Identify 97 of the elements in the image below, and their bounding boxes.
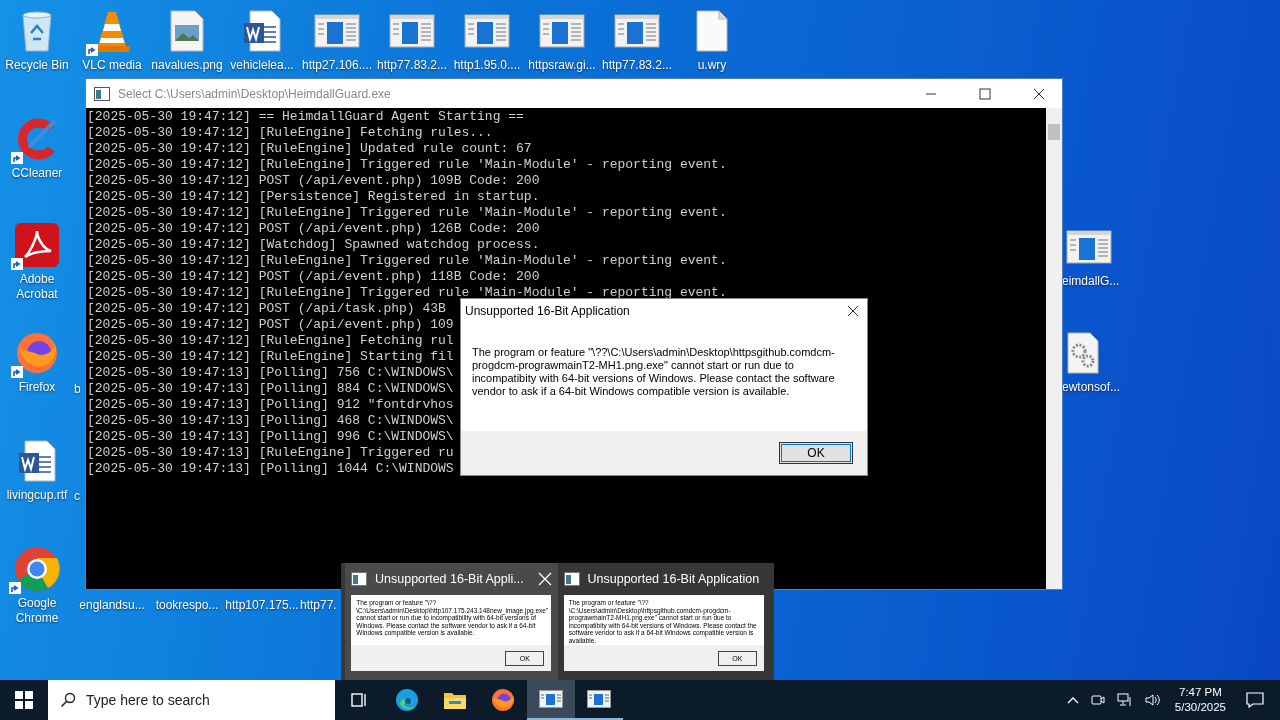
icon-label[interactable]: http1.95.0.... (453, 58, 521, 73)
shortcut-arrow-icon (11, 258, 23, 270)
application-window-icon (587, 690, 611, 708)
shortcut-arrow-icon (86, 44, 98, 56)
shortcut-arrow-icon (11, 152, 23, 164)
clock-time[interactable]: 7:47 PM (1179, 685, 1222, 700)
icon-label[interactable]: ewtonsof... (1062, 380, 1121, 395)
icon-label[interactable]: livingcup.rtf (6, 488, 68, 503)
application-window-icon (539, 690, 563, 708)
icon-label[interactable]: tookrespo... (150, 598, 224, 613)
notification-icon[interactable] (1246, 692, 1264, 708)
icon-label[interactable]: Google Chrome (0, 596, 74, 626)
icon-label[interactable]: Adobe Acrobat (0, 272, 74, 302)
console-line: [2025-05-30 19:47:13] [Polling] 468 C:\WINDOWS\ (86, 413, 454, 429)
ccleaner-icon[interactable] (15, 117, 59, 161)
word-document-icon[interactable] (17, 439, 57, 483)
edge-icon (395, 688, 419, 712)
task-view-icon (350, 692, 368, 708)
console-line: [2025-05-30 19:47:12] POST (/api/event.php) 118B Code: 200 (86, 269, 540, 285)
console-line: [2025-05-30 19:47:12] POST (/api/event.php) 126B Code: 200 (86, 221, 540, 237)
search-field[interactable]: Type here to search (48, 680, 335, 720)
icon-label[interactable]: http77.83.2... (601, 58, 673, 73)
word-document-icon[interactable] (242, 9, 282, 53)
icon-label[interactable]: c (74, 489, 80, 504)
blank-file-icon[interactable] (695, 9, 729, 53)
console-line: [2025-05-30 19:47:12] [RuleEngine] Updated rule count: 67 (86, 141, 532, 157)
maximize-icon[interactable] (979, 87, 991, 100)
console-line: [2025-05-30 19:47:12] [RuleEngine] Triggered rule 'Main-Module' - reporting event. (86, 285, 727, 301)
console-line: [2025-05-30 19:47:12] [Persistence] Registered in startup. (86, 189, 540, 205)
icon-label[interactable]: CCleaner (11, 166, 63, 181)
application-window-icon[interactable] (539, 14, 585, 48)
preview-title[interactable]: Unsupported 16-Bit Application (587, 572, 764, 586)
console-line: [2025-05-30 19:47:12] [RuleEngine] Fetching rul (86, 333, 454, 349)
console-line: [2025-05-30 19:47:12] POST (/api/task.php) 43B (86, 301, 446, 317)
image-file-icon[interactable] (169, 9, 205, 53)
camera-icon[interactable] (1090, 693, 1105, 707)
application-window-icon[interactable] (314, 14, 360, 48)
console-line: [2025-05-30 19:47:13] [Polling] 1044 C:\WINDOWS (86, 461, 454, 477)
console-line: [2025-05-30 19:47:12] [Watchdog] Spawned watchdog process. (86, 237, 540, 253)
close-icon[interactable] (1033, 87, 1045, 100)
icon-label[interactable]: Recycle Bin (5, 58, 69, 73)
icon-label[interactable]: http77. (300, 598, 337, 613)
console-line: [2025-05-30 19:47:13] [Polling] 912 "fontdrvhos (86, 397, 454, 413)
console-line: [2025-05-30 19:47:13] [Polling] 996 C:\WINDOWS\ (86, 429, 454, 445)
scrollbar[interactable] (1046, 108, 1062, 589)
network-icon[interactable] (1116, 693, 1133, 707)
console-line: [2025-05-30 19:47:13] [Polling] 756 C:\WINDOWS\ (86, 365, 454, 381)
icon-label[interactable]: eimdallG... (1062, 274, 1120, 289)
shortcut-arrow-icon (11, 366, 23, 378)
window-thumbnail[interactable] (351, 595, 552, 671)
icon-label[interactable]: http27.106.... (301, 58, 373, 73)
firefox-icon[interactable] (15, 331, 59, 375)
icon-label[interactable]: http107.175... (225, 598, 299, 613)
chrome-icon[interactable] (13, 545, 61, 593)
icon-label[interactable]: b (74, 382, 81, 397)
console-icon (563, 572, 580, 586)
icon-label[interactable]: Firefox (18, 380, 56, 395)
icon-label[interactable]: httpsraw.gi... (528, 58, 596, 73)
clock-date[interactable]: 5/30/2025 (1174, 700, 1226, 715)
icon-label[interactable]: navalues.png (151, 58, 223, 73)
application-window-icon[interactable] (1066, 230, 1112, 264)
console-line: [2025-05-30 19:47:12] [RuleEngine] Triggered rule 'Main-Module' - reporting event. (86, 157, 727, 173)
console-line: [2025-05-30 19:47:12] == HeimdallGuard Agent Starting == (86, 109, 524, 125)
application-window-icon[interactable] (464, 14, 510, 48)
icon-label[interactable]: http77.83.2... (376, 58, 448, 73)
dialog-title: Unsupported 16-Bit Application (465, 304, 630, 318)
console-line: [2025-05-30 19:47:12] POST (/api/event.php) 109B Code: 200 (86, 173, 540, 189)
console-line: [2025-05-30 19:47:13] [RuleEngine] Triggered ru (86, 445, 454, 461)
console-icon (94, 86, 110, 101)
console-icon (351, 572, 367, 586)
folder-icon (443, 690, 467, 710)
window-thumbnail[interactable] (563, 595, 764, 671)
acrobat-icon[interactable] (15, 223, 59, 267)
icon-label[interactable]: VLC media (82, 58, 142, 73)
settings-file-icon[interactable] (1066, 331, 1100, 375)
icon-label[interactable]: vehiclelea... (230, 58, 294, 73)
console-line: [2025-05-30 19:47:12] [RuleEngine] Triggered rule 'Main-Module' - reporting event. (86, 205, 727, 221)
ok-button[interactable]: OK (779, 442, 853, 464)
window-title: Select C:\Users\admin\Desktop\HeimdallGuard.exe (118, 86, 391, 101)
icon-label[interactable]: u.wry (697, 58, 727, 73)
taskbar-app[interactable] (527, 680, 575, 720)
console-line: [2025-05-30 19:47:12] POST (/api/event.php) 109 (86, 317, 454, 333)
dialog-message: The program or feature "\??\C:\Users\admin\Desktop\httpsgithub.comdcm-progdcm-prograwmainT2-MH1.png.exe" cannot start or run due to incompatibity with 64-bit versions of Windows. Please contact the software vendor to ask if a 64-bit Windows compatible version is available. (471, 345, 836, 399)
application-window-icon[interactable] (389, 14, 435, 48)
icon-label[interactable]: englandsu... (75, 598, 149, 613)
speaker-icon[interactable] (1144, 693, 1161, 707)
firefox-icon (491, 688, 515, 712)
shortcut-arrow-icon (9, 582, 21, 594)
application-window-icon[interactable] (614, 14, 660, 48)
console-line: [2025-05-30 19:47:13] [Polling] 884 C:\WINDOWS\ (86, 381, 454, 397)
console-line: [2025-05-30 19:47:12] [RuleEngine] Fetching rules... (86, 125, 493, 141)
windows-start-icon[interactable] (15, 691, 33, 709)
console-line: [2025-05-30 19:47:12] [RuleEngine] Starting fil (86, 349, 454, 365)
chevron-up-icon[interactable] (1066, 696, 1079, 704)
close-icon[interactable] (847, 305, 859, 317)
preview-title[interactable]: Unsupported 16-Bit Appli... (375, 572, 530, 586)
console-line: [2025-05-30 19:47:12] [RuleEngine] Triggered rule 'Main-Module' - reporting event. (86, 253, 727, 269)
